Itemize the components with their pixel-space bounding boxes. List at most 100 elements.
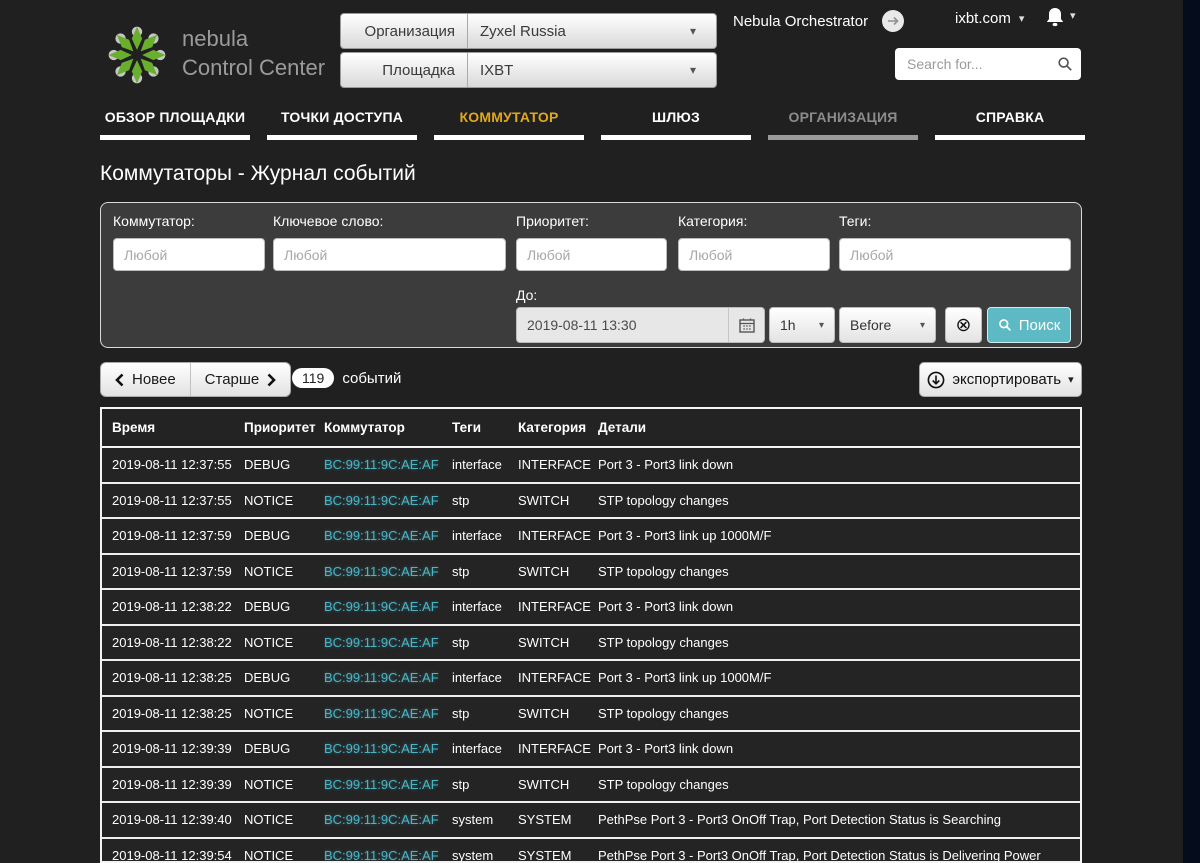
clear-filters-button[interactable]: ⊗: [945, 307, 982, 343]
filter-category-input[interactable]: [678, 238, 830, 271]
filter-category: Категория:: [678, 213, 830, 271]
direction-value: Before: [850, 317, 891, 333]
search-button-label: Поиск: [1019, 317, 1061, 334]
table-cell: stp: [452, 493, 518, 508]
table-cell: NOTICE: [244, 848, 324, 863]
search-icon[interactable]: [1057, 56, 1073, 72]
switch-link[interactable]: BC:99:11:9C:AE:AF: [324, 706, 452, 721]
nav-tab-6[interactable]: СПРАВКА: [935, 103, 1085, 140]
switch-link[interactable]: BC:99:11:9C:AE:AF: [324, 848, 452, 863]
table-cell: 2019-08-11 12:39:40: [112, 812, 244, 827]
filter-priority-label: Приоритет:: [516, 213, 667, 229]
bell-icon: [1043, 5, 1067, 29]
account-name: ixbt.com: [955, 10, 1011, 27]
table-cell: stp: [452, 706, 518, 721]
table-cell: Port 3 - Port3 link down: [598, 741, 1080, 756]
filter-switch-input[interactable]: [113, 238, 265, 271]
direction-select[interactable]: Before ▾: [839, 307, 936, 343]
organization-label: Организация: [341, 14, 468, 48]
download-icon: [927, 371, 945, 389]
switch-link[interactable]: BC:99:11:9C:AE:AF: [324, 670, 452, 685]
filter-tags-label: Теги:: [839, 213, 1071, 229]
pager-group: Новее Старше: [100, 362, 291, 397]
table-cell: INTERFACE: [518, 670, 598, 685]
table-cell: STP topology changes: [598, 493, 1080, 508]
switch-link[interactable]: BC:99:11:9C:AE:AF: [324, 457, 452, 472]
table-cell: interface: [452, 599, 518, 614]
table-cell: SWITCH: [518, 706, 598, 721]
table-row: 2019-08-11 12:38:22DEBUGBC:99:11:9C:AE:A…: [102, 590, 1080, 626]
switch-link[interactable]: BC:99:11:9C:AE:AF: [324, 528, 452, 543]
table-row: 2019-08-11 12:39:39NOTICEBC:99:11:9C:AE:…: [102, 768, 1080, 804]
nav-tab-label: ШЛЮЗ: [601, 103, 751, 135]
switch-link[interactable]: BC:99:11:9C:AE:AF: [324, 635, 452, 650]
switch-link[interactable]: BC:99:11:9C:AE:AF: [324, 741, 452, 756]
column-header: Категория: [518, 420, 598, 435]
organization-select[interactable]: Организация Zyxel Russia ▾: [340, 13, 717, 49]
chevron-down-icon: ▾: [1068, 373, 1074, 386]
search-input[interactable]: [907, 56, 1057, 72]
table-cell: stp: [452, 635, 518, 650]
tab-underline: [935, 135, 1085, 140]
tab-underline: [434, 135, 584, 140]
page-title: Коммутаторы - Журнал событий: [100, 162, 416, 186]
calendar-icon[interactable]: [728, 308, 764, 342]
older-button[interactable]: Старше: [190, 363, 291, 396]
site-select[interactable]: Площадка IXBT ▾: [340, 52, 717, 88]
notifications-menu[interactable]: ▾: [1043, 5, 1076, 29]
switch-link[interactable]: BC:99:11:9C:AE:AF: [324, 599, 452, 614]
table-row: 2019-08-11 12:39:54NOTICEBC:99:11:9C:AE:…: [102, 839, 1080, 863]
tab-underline: [601, 135, 751, 140]
table-cell: interface: [452, 741, 518, 756]
nav-tab-5[interactable]: ОРГАНИЗАЦИЯ: [768, 103, 918, 140]
event-count-badge: 119: [292, 368, 334, 388]
table-cell: INTERFACE: [518, 741, 598, 756]
switch-link[interactable]: BC:99:11:9C:AE:AF: [324, 812, 452, 827]
switch-link[interactable]: BC:99:11:9C:AE:AF: [324, 777, 452, 792]
table-cell: interface: [452, 670, 518, 685]
brand-wordmark: nebula Control Center: [182, 24, 325, 82]
filter-keyword-input[interactable]: [273, 238, 506, 271]
table-row: 2019-08-11 12:37:55DEBUGBC:99:11:9C:AE:A…: [102, 448, 1080, 484]
table-cell: interface: [452, 528, 518, 543]
table-row: 2019-08-11 12:39:40NOTICEBC:99:11:9C:AE:…: [102, 803, 1080, 839]
switch-link[interactable]: BC:99:11:9C:AE:AF: [324, 564, 452, 579]
filter-panel: Коммутатор: Ключевое слово: Приоритет: К…: [100, 202, 1082, 348]
global-search[interactable]: [895, 48, 1081, 80]
filter-tags: Теги:: [839, 213, 1071, 271]
table-cell: STP topology changes: [598, 706, 1080, 721]
older-label: Старше: [205, 371, 260, 388]
chevron-down-icon: ▾: [920, 320, 925, 331]
table-row: 2019-08-11 12:38:25NOTICEBC:99:11:9C:AE:…: [102, 697, 1080, 733]
column-header: Детали: [598, 420, 1080, 435]
nav-tab-3[interactable]: КОММУТАТОР: [434, 103, 584, 140]
newer-button[interactable]: Новее: [101, 363, 190, 396]
table-cell: system: [452, 848, 518, 863]
table-row: 2019-08-11 12:37:55NOTICEBC:99:11:9C:AE:…: [102, 484, 1080, 520]
switch-link[interactable]: BC:99:11:9C:AE:AF: [324, 493, 452, 508]
event-log-table: ВремяПриоритетКоммутаторТегиКатегорияДет…: [100, 407, 1082, 863]
orchestrator-link[interactable]: Nebula Orchestrator: [733, 10, 904, 32]
filter-priority: Приоритет:: [516, 213, 667, 271]
table-cell: 2019-08-11 12:37:59: [112, 528, 244, 543]
chevron-down-icon: ▾: [690, 53, 716, 87]
arrow-right-circle-icon[interactable]: [882, 10, 904, 32]
table-row: 2019-08-11 12:38:25DEBUGBC:99:11:9C:AE:A…: [102, 661, 1080, 697]
account-menu[interactable]: ixbt.com ▾: [955, 10, 1024, 27]
datetime-value: 2019-08-11 13:30: [517, 317, 728, 333]
nav-tab-2[interactable]: ТОЧКИ ДОСТУПА: [267, 103, 417, 140]
search-icon: [998, 318, 1012, 332]
filter-tags-input[interactable]: [839, 238, 1071, 271]
nav-tab-1[interactable]: ОБЗОР ПЛОЩАДКИ: [100, 103, 250, 140]
datetime-picker[interactable]: 2019-08-11 13:30: [516, 307, 765, 343]
table-cell: interface: [452, 457, 518, 472]
nav-tab-4[interactable]: ШЛЮЗ: [601, 103, 751, 140]
table-cell: INTERFACE: [518, 457, 598, 472]
range-select[interactable]: 1h ▾: [769, 307, 835, 343]
export-button[interactable]: экспортировать ▾: [919, 362, 1082, 397]
table-cell: STP topology changes: [598, 635, 1080, 650]
filter-priority-input[interactable]: [516, 238, 667, 271]
search-button[interactable]: Поиск: [987, 307, 1071, 343]
table-cell: DEBUG: [244, 457, 324, 472]
orchestrator-label: Nebula Orchestrator: [733, 13, 868, 30]
